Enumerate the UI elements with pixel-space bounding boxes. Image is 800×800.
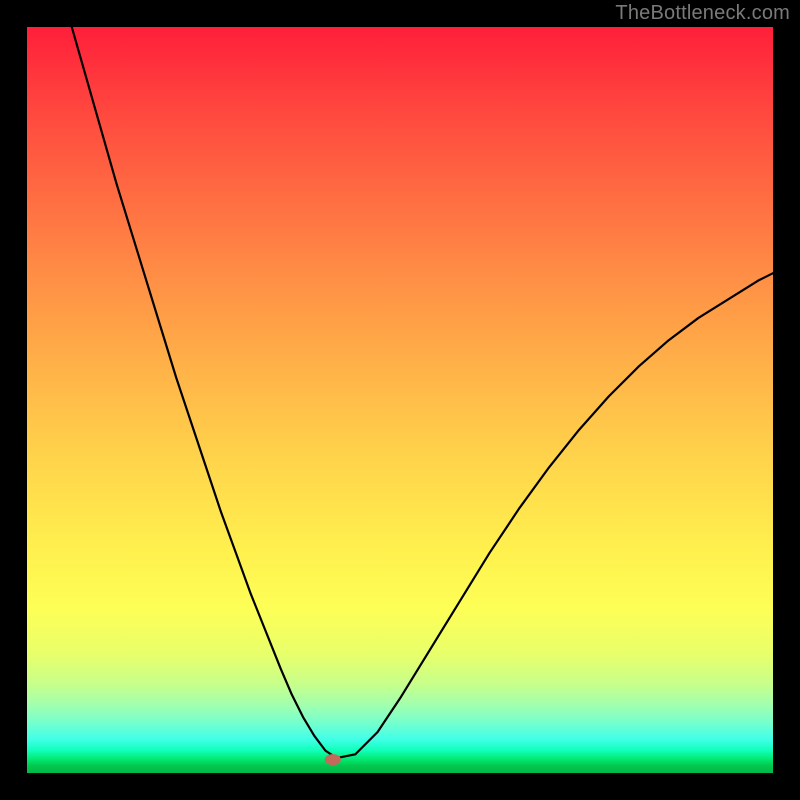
plot-area (27, 27, 773, 773)
optimal-marker (325, 754, 341, 765)
bottleneck-curve (72, 27, 773, 758)
chart-frame: TheBottleneck.com (0, 0, 800, 800)
watermark-text: TheBottleneck.com (615, 2, 790, 25)
curve-svg (27, 27, 773, 773)
